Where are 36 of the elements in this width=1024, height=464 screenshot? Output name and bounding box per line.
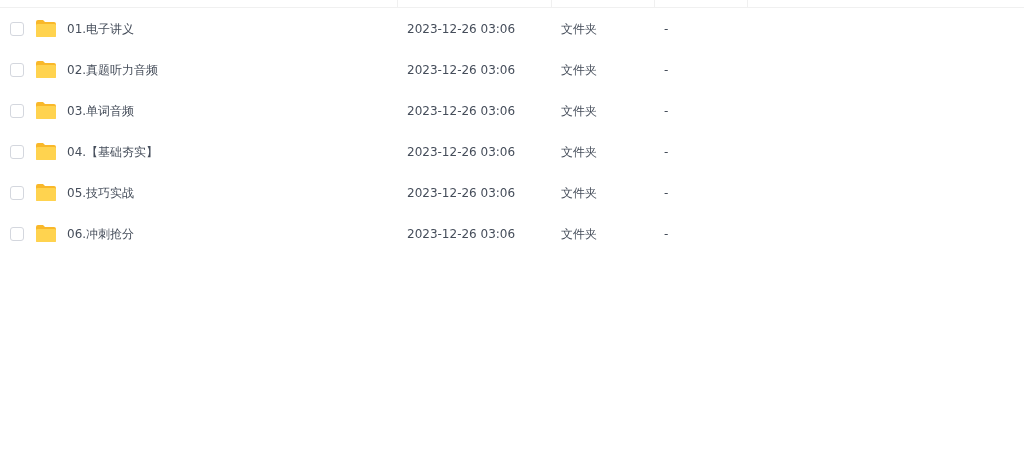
file-size: - — [664, 226, 669, 241]
folder-icon — [35, 142, 57, 161]
file-type: 文件夹 — [561, 62, 597, 77]
file-type: 文件夹 — [561, 144, 597, 159]
folder-name[interactable]: 02.真题听力音频 — [67, 62, 159, 77]
file-size: - — [664, 185, 669, 200]
file-type: 文件夹 — [561, 185, 597, 200]
file-type: 文件夹 — [561, 103, 597, 118]
folder-name[interactable]: 05.技巧实战 — [67, 185, 135, 200]
folder-name[interactable]: 04.【基础夯实】 — [67, 144, 159, 159]
folder-name[interactable]: 03.单词音频 — [67, 103, 135, 118]
modified-time: 2023-12-26 03:06 — [407, 185, 516, 200]
checkbox[interactable] — [10, 226, 24, 241]
checkbox[interactable] — [10, 144, 24, 159]
checkbox[interactable] — [10, 103, 24, 118]
modified-time: 2023-12-26 03:06 — [407, 103, 516, 118]
file-size: - — [664, 62, 669, 77]
folder-name[interactable]: 01.电子讲义 — [67, 21, 135, 36]
modified-time: 2023-12-26 03:06 — [407, 21, 516, 36]
folder-name[interactable]: 06.冲刺抢分 — [67, 226, 135, 241]
checkbox[interactable] — [10, 21, 24, 36]
checkbox[interactable] — [10, 62, 24, 77]
file-size: - — [664, 21, 669, 36]
folder-icon — [35, 183, 57, 202]
folder-icon — [35, 101, 57, 120]
folder-icon — [35, 60, 57, 79]
file-size: - — [664, 144, 669, 159]
modified-time: 2023-12-26 03:06 — [407, 226, 516, 241]
checkbox[interactable] — [10, 185, 24, 200]
file-type: 文件夹 — [561, 21, 597, 36]
modified-time: 2023-12-26 03:06 — [407, 62, 516, 77]
folder-icon — [35, 19, 57, 38]
modified-time: 2023-12-26 03:06 — [407, 144, 516, 159]
file-type: 文件夹 — [561, 226, 597, 241]
file-size: - — [664, 103, 669, 118]
folder-icon — [35, 224, 57, 243]
